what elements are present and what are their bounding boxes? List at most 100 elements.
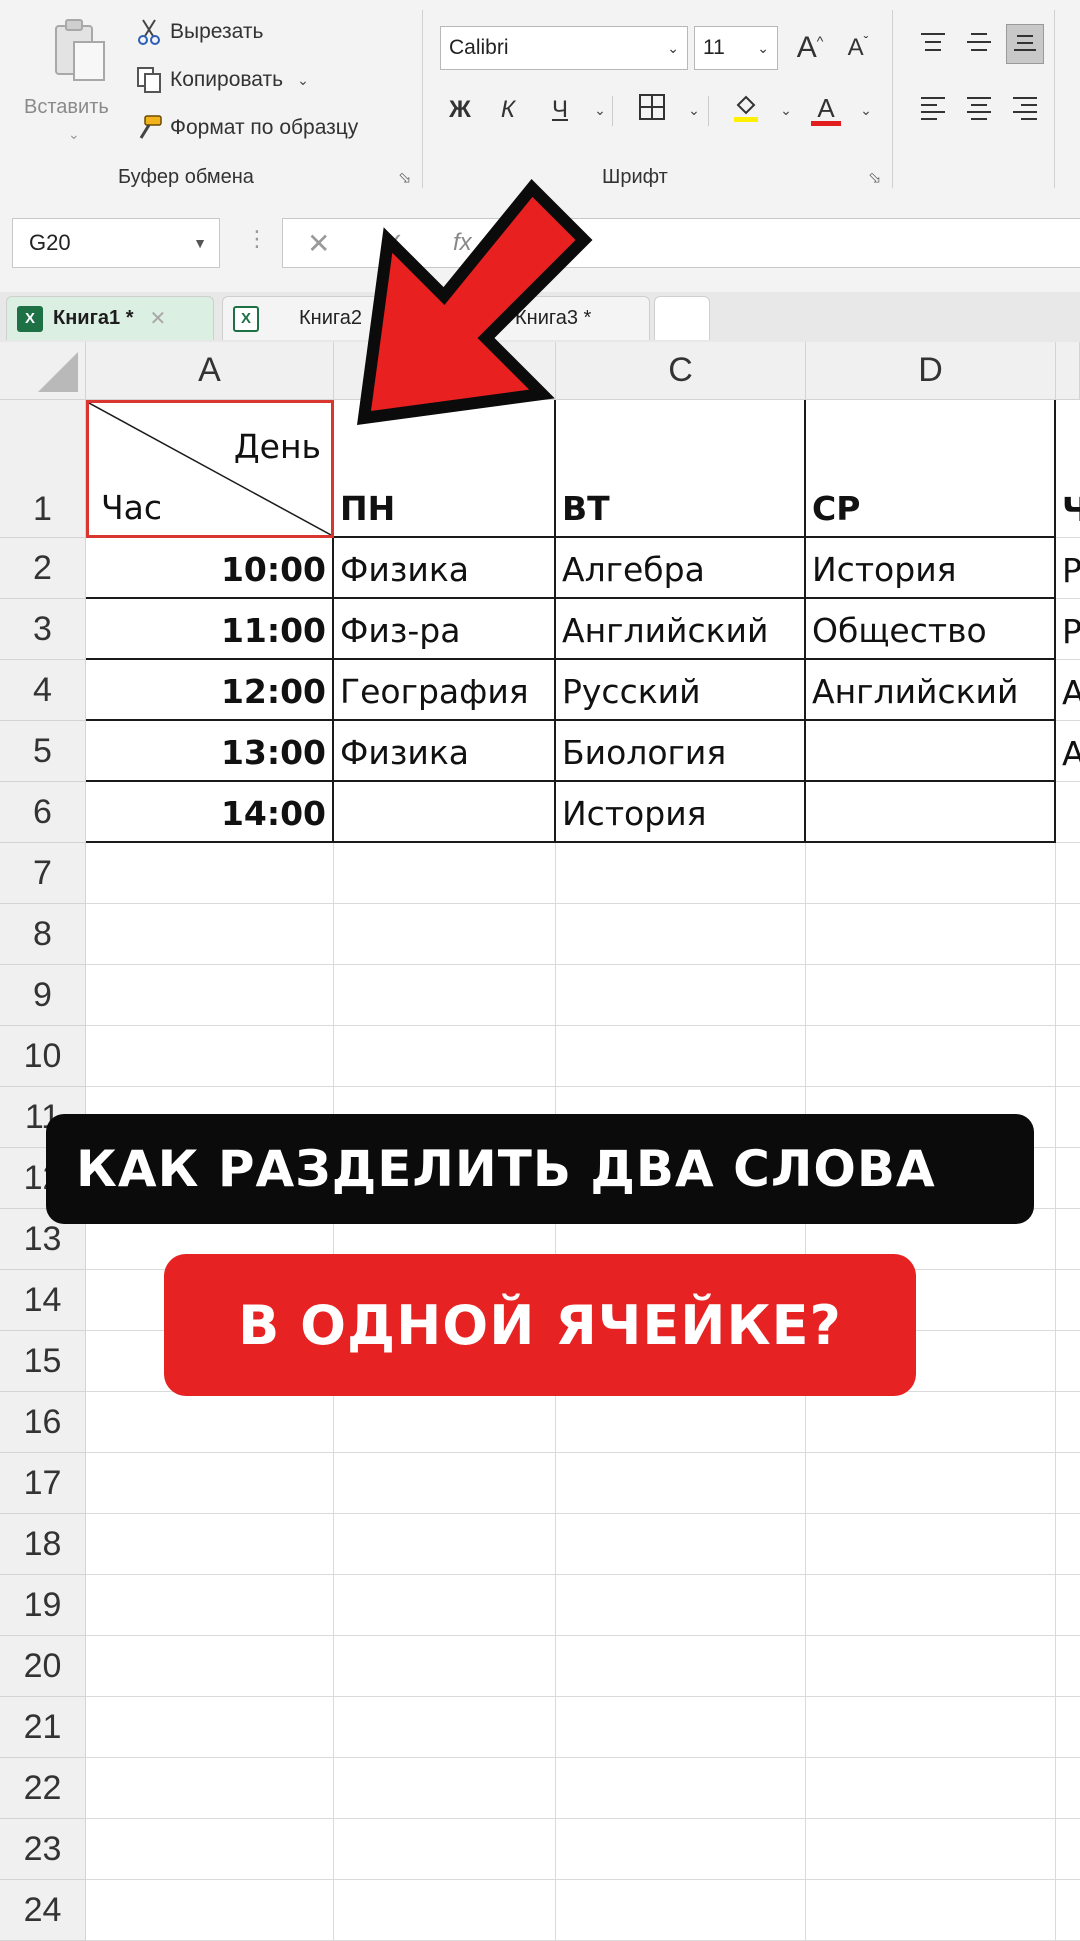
cell-c10[interactable]: [556, 1026, 806, 1087]
row-header-6[interactable]: 6: [0, 782, 86, 843]
cell-e24[interactable]: [1056, 1880, 1080, 1941]
row-header-20[interactable]: 20: [0, 1636, 86, 1697]
cell-a4[interactable]: 12:00: [86, 660, 334, 721]
cell-b2[interactable]: Физика: [334, 538, 556, 599]
cell-c8[interactable]: [556, 904, 806, 965]
cell-c17[interactable]: [556, 1453, 806, 1514]
row-header-22[interactable]: 22: [0, 1758, 86, 1819]
cell-e2[interactable]: Р: [1056, 538, 1080, 599]
cell-e16[interactable]: [1056, 1392, 1080, 1453]
row-header-17[interactable]: 17: [0, 1453, 86, 1514]
cell-d19[interactable]: [806, 1575, 1056, 1636]
underline-button[interactable]: Ч: [542, 88, 578, 132]
cell-b22[interactable]: [334, 1758, 556, 1819]
cell-c18[interactable]: [556, 1514, 806, 1575]
cell-d2[interactable]: История: [806, 538, 1056, 599]
borders-dropdown-icon[interactable]: ⌄: [684, 88, 704, 132]
cell-b20[interactable]: [334, 1636, 556, 1697]
cell-d20[interactable]: [806, 1636, 1056, 1697]
increase-font-size-button[interactable]: A ^: [790, 26, 830, 70]
row-header-8[interactable]: 8: [0, 904, 86, 965]
cell-c21[interactable]: [556, 1697, 806, 1758]
row-header-10[interactable]: 10: [0, 1026, 86, 1087]
workbook-tab-1[interactable]: X Книга1 * ✕: [6, 296, 214, 340]
cell-a19[interactable]: [86, 1575, 334, 1636]
cell-c24[interactable]: [556, 1880, 806, 1941]
cell-d1[interactable]: СР: [806, 400, 1056, 538]
font-name-select[interactable]: Calibri ⌄: [440, 26, 688, 70]
cell-b3[interactable]: Физ-ра: [334, 599, 556, 660]
cell-c19[interactable]: [556, 1575, 806, 1636]
cell-d9[interactable]: [806, 965, 1056, 1026]
cell-e19[interactable]: [1056, 1575, 1080, 1636]
cell-b19[interactable]: [334, 1575, 556, 1636]
cell-c4[interactable]: Русский: [556, 660, 806, 721]
align-right-button[interactable]: [1006, 90, 1044, 130]
cell-e3[interactable]: Р: [1056, 599, 1080, 660]
cut-button[interactable]: Вырезать: [134, 12, 263, 52]
paste-dropdown-icon[interactable]: ⌄: [68, 126, 80, 143]
font-dialog-launcher-icon[interactable]: ⬂: [868, 168, 881, 188]
name-box[interactable]: G20 ▼: [12, 218, 220, 268]
cell-a20[interactable]: [86, 1636, 334, 1697]
cell-d24[interactable]: [806, 1880, 1056, 1941]
cell-a17[interactable]: [86, 1453, 334, 1514]
new-workbook-tab-button[interactable]: [654, 296, 710, 340]
decrease-font-size-button[interactable]: Aˇ: [838, 26, 878, 70]
row-header-3[interactable]: 3: [0, 599, 86, 660]
cell-b16[interactable]: [334, 1392, 556, 1453]
cell-e21[interactable]: [1056, 1697, 1080, 1758]
cell-a1[interactable]: День Час: [86, 400, 334, 538]
cell-b6[interactable]: [334, 782, 556, 843]
borders-button[interactable]: [632, 88, 672, 132]
fill-color-button[interactable]: [726, 88, 766, 132]
cell-c6[interactable]: История: [556, 782, 806, 843]
cell-e18[interactable]: [1056, 1514, 1080, 1575]
cell-e7[interactable]: [1056, 843, 1080, 904]
cell-c23[interactable]: [556, 1819, 806, 1880]
cell-e13[interactable]: [1056, 1209, 1080, 1270]
cell-c9[interactable]: [556, 965, 806, 1026]
cell-a8[interactable]: [86, 904, 334, 965]
cell-c7[interactable]: [556, 843, 806, 904]
cell-a21[interactable]: [86, 1697, 334, 1758]
cell-d18[interactable]: [806, 1514, 1056, 1575]
row-header-2[interactable]: 2: [0, 538, 86, 599]
cell-d4[interactable]: Английский: [806, 660, 1056, 721]
align-bottom-button[interactable]: [1006, 24, 1044, 64]
cell-a9[interactable]: [86, 965, 334, 1026]
cell-b23[interactable]: [334, 1819, 556, 1880]
cell-a22[interactable]: [86, 1758, 334, 1819]
font-color-dropdown-icon[interactable]: ⌄: [856, 88, 876, 132]
cell-a6[interactable]: 14:00: [86, 782, 334, 843]
cell-d8[interactable]: [806, 904, 1056, 965]
cell-c20[interactable]: [556, 1636, 806, 1697]
cell-d16[interactable]: [806, 1392, 1056, 1453]
font-size-select[interactable]: 11 ⌄: [694, 26, 778, 70]
cell-b7[interactable]: [334, 843, 556, 904]
cell-e5[interactable]: А: [1056, 721, 1080, 782]
cell-b5[interactable]: Физика: [334, 721, 556, 782]
select-all-corner[interactable]: [0, 342, 86, 400]
underline-dropdown-icon[interactable]: ⌄: [590, 88, 610, 132]
more-options-icon[interactable]: ⋮: [246, 226, 268, 252]
cell-b21[interactable]: [334, 1697, 556, 1758]
row-header-7[interactable]: 7: [0, 843, 86, 904]
font-color-button[interactable]: A: [806, 88, 846, 132]
cell-c2[interactable]: Алгебра: [556, 538, 806, 599]
cell-d17[interactable]: [806, 1453, 1056, 1514]
cell-e20[interactable]: [1056, 1636, 1080, 1697]
cancel-icon[interactable]: ✕: [307, 227, 330, 260]
cell-b18[interactable]: [334, 1514, 556, 1575]
cell-e9[interactable]: [1056, 965, 1080, 1026]
row-header-16[interactable]: 16: [0, 1392, 86, 1453]
row-header-24[interactable]: 24: [0, 1880, 86, 1941]
row-header-19[interactable]: 19: [0, 1575, 86, 1636]
row-header-14[interactable]: 14: [0, 1270, 86, 1331]
align-center-button[interactable]: [960, 90, 998, 130]
cell-e14[interactable]: [1056, 1270, 1080, 1331]
cell-b9[interactable]: [334, 965, 556, 1026]
cell-a2[interactable]: 10:00: [86, 538, 334, 599]
italic-button[interactable]: К: [490, 88, 526, 132]
cell-d22[interactable]: [806, 1758, 1056, 1819]
